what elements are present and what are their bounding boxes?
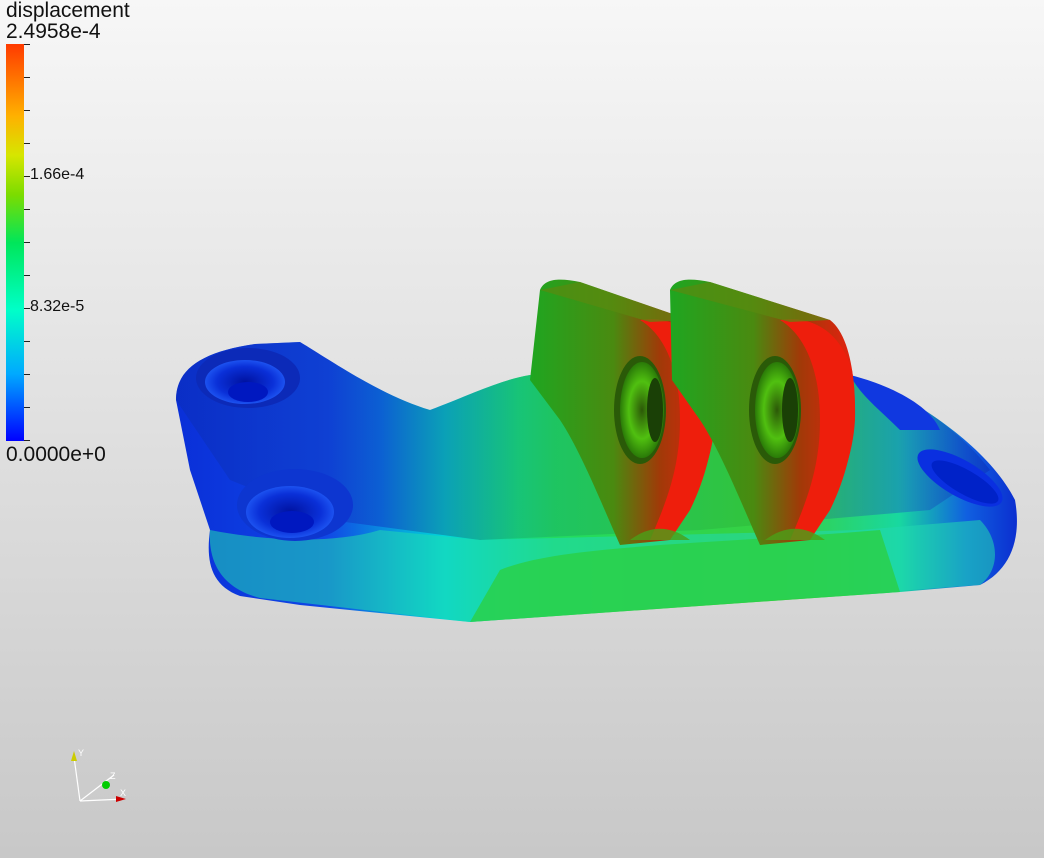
x-axis-label: X (120, 788, 126, 798)
y-axis-arrow (71, 751, 77, 761)
colorbar-tick (24, 275, 30, 276)
colorbar-tick (24, 341, 30, 342)
colorbar-tick (24, 209, 30, 210)
legend-max-label: 2.4958e-4 (6, 20, 101, 43)
colorbar-tick-label: 1.66e-4 (30, 166, 85, 183)
colorbar (6, 44, 30, 441)
colorbar-tick (24, 77, 30, 78)
colorbar-tick-label: 8.32e-5 (30, 298, 85, 315)
colorbar-tick (24, 440, 30, 441)
colorbar-tick (24, 143, 30, 144)
colorbar-tick (24, 110, 30, 111)
z-axis-marker (102, 781, 110, 789)
colorbar-tick (24, 44, 30, 45)
z-axis-label: Z (110, 771, 116, 781)
y-axis-label: Y (78, 748, 84, 758)
colorbar-tick (24, 242, 30, 243)
colorbar-tick (24, 407, 30, 408)
bracket-model[interactable] (0, 0, 1044, 858)
legend-min-label: 0.0000e+0 (6, 443, 106, 466)
orientation-axes-icon[interactable]: Y Z X (64, 745, 134, 815)
legend-title: displacement (6, 0, 130, 22)
colorbar-tick (24, 374, 30, 375)
render-viewport[interactable]: displacement 2.4958e-4 1.66e-4 8.32e-5 0… (0, 0, 1044, 858)
